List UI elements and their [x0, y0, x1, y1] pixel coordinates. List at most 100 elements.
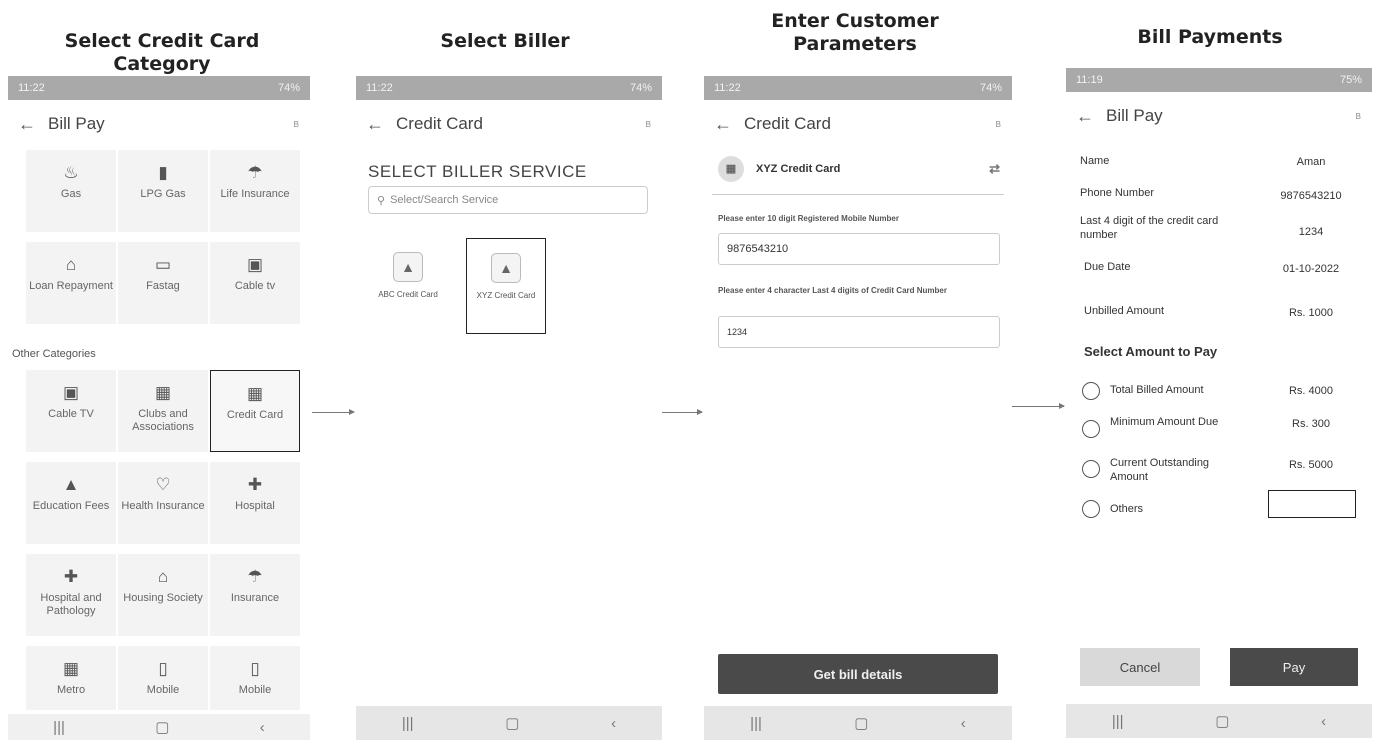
biller-label: ABC Credit Card: [378, 290, 438, 299]
heart-icon: ♡: [155, 475, 171, 494]
status-bar: 11:22 74%: [704, 76, 1012, 100]
category-label: LPG Gas: [140, 188, 186, 200]
biller-card-icon: ▦: [718, 156, 744, 182]
tv-icon: ▣: [62, 383, 80, 402]
bharat-billpay-logo: B: [293, 119, 300, 129]
category-label: Fastag: [146, 280, 180, 292]
radio-total-billed[interactable]: [1082, 382, 1100, 400]
category-lpg-gas[interactable]: ▮ LPG Gas: [118, 150, 208, 232]
recents-icon[interactable]: |||: [750, 715, 762, 732]
recents-icon[interactable]: |||: [402, 715, 414, 732]
option-total-billed-value: Rs. 4000: [1288, 385, 1334, 397]
step-title-parameters: Enter Customer Parameters: [771, 10, 939, 55]
category-hospital-pathology[interactable]: ✚ Hospital and Pathology: [26, 554, 116, 636]
home-button-icon[interactable]: ▢: [155, 718, 169, 736]
app-bar-title: Bill Pay: [1106, 106, 1163, 125]
category-insurance[interactable]: ☂ Insurance: [210, 554, 300, 636]
status-bar: 11:22 74%: [356, 76, 662, 100]
category-credit-card[interactable]: ▦ Credit Card: [210, 370, 300, 452]
category-mobile[interactable]: ▯ Mobile: [118, 646, 208, 710]
radio-minimum-due[interactable]: [1082, 420, 1100, 438]
umbrella-icon: ☂: [247, 163, 263, 182]
card-icon: ▦: [246, 384, 264, 403]
unbilled-amount-label: Unbilled Amount: [1084, 305, 1165, 317]
bharat-billpay-logo: B: [995, 119, 1002, 129]
category-label: Credit Card: [226, 409, 284, 421]
category-health-insurance[interactable]: ♡ Health Insurance: [118, 462, 208, 544]
back-arrow-icon[interactable]: ←: [366, 114, 396, 135]
home-button-icon[interactable]: ▢: [505, 714, 519, 732]
hospital-icon: ✚: [247, 475, 263, 494]
category-clubs[interactable]: ▦ Clubs and Associations: [118, 370, 208, 452]
swap-icon[interactable]: ⇄: [989, 161, 1000, 177]
back-arrow-icon[interactable]: ←: [1076, 106, 1106, 127]
back-arrow-icon[interactable]: ←: [714, 114, 744, 135]
back-nav-icon[interactable]: ‹: [1321, 713, 1326, 730]
selected-biller-row[interactable]: ▦ XYZ Credit Card ⇄: [718, 156, 1000, 182]
category-fastag[interactable]: ▭ Fastag: [118, 242, 208, 324]
other-amount-input[interactable]: [1268, 490, 1356, 518]
app-bar-title: Credit Card: [744, 114, 831, 133]
biller-label: XYZ Credit Card: [476, 291, 536, 300]
phone-bill-payment-screen: 11:19 75% ← Bill Pay B Name Aman Phone N…: [1066, 68, 1372, 740]
category-cable-tv[interactable]: ▣ Cable TV: [26, 370, 116, 452]
get-bill-details-button[interactable]: Get bill details: [718, 654, 998, 694]
home-button-icon[interactable]: ▢: [854, 714, 868, 732]
recents-icon[interactable]: |||: [1112, 713, 1124, 730]
option-others-label: Others: [1110, 503, 1144, 515]
other-categories-label: Other Categories: [12, 348, 96, 360]
category-label: Clubs and Associations: [132, 408, 194, 433]
back-arrow-icon[interactable]: ←: [18, 114, 48, 135]
back-nav-icon[interactable]: ‹: [260, 719, 265, 736]
phone-number-value: 9876543210: [1280, 190, 1342, 202]
mobile-number-input[interactable]: 9876543210: [718, 233, 1000, 265]
category-gas[interactable]: ♨ Gas: [26, 150, 116, 232]
option-minimum-due-label: Minimum Amount Due: [1110, 416, 1219, 428]
hospital-icon: ✚: [63, 567, 79, 586]
status-battery: 75%: [1339, 74, 1362, 86]
phone-parameters-screen: 11:22 74% ← Credit Card B ▦ XYZ Credit C…: [704, 76, 1012, 740]
category-label: Gas: [60, 188, 82, 200]
radio-others[interactable]: [1082, 500, 1100, 518]
option-current-outstanding-label: Current Outstanding Amount: [1110, 457, 1210, 483]
cancel-button[interactable]: Cancel: [1080, 648, 1200, 686]
umbrella-icon: ☂: [247, 567, 263, 586]
tv-icon: ▣: [246, 255, 264, 274]
category-label: Housing Society: [123, 592, 203, 604]
phone-number-label: Phone Number: [1080, 187, 1154, 199]
card-digits-label: Last 4 digit of the credit card number: [1080, 215, 1219, 241]
option-total-billed-label: Total Billed Amount: [1110, 384, 1204, 396]
radio-current-outstanding[interactable]: [1082, 460, 1100, 478]
category-housing-society[interactable]: ⌂ Housing Society: [118, 554, 208, 636]
biller-abc-credit-card[interactable]: ▲ ABC Credit Card: [368, 238, 448, 334]
biller-search-input[interactable]: ⚲ Select/Search Service: [368, 186, 648, 214]
mobile-icon: ▯: [250, 659, 260, 678]
category-mobile-2[interactable]: ▯ Mobile: [210, 646, 300, 710]
category-label: Health Insurance: [121, 500, 205, 512]
pay-button[interactable]: Pay: [1230, 648, 1358, 686]
step-title-biller: Select Biller: [440, 30, 570, 52]
card-digits-value: 1234: [1298, 226, 1324, 238]
system-nav-bar: ||| ▢ ‹: [1066, 704, 1372, 738]
status-bar: 11:19 75%: [1066, 68, 1372, 92]
status-time: 11:22: [366, 82, 393, 94]
biller-xyz-credit-card[interactable]: ▲ XYZ Credit Card: [466, 238, 546, 334]
back-nav-icon[interactable]: ‹: [961, 715, 966, 732]
card-digits-input[interactable]: 1234: [718, 316, 1000, 348]
home-button-icon[interactable]: ▢: [1215, 712, 1229, 730]
category-loan-repayment[interactable]: ⌂ Loan Repayment: [26, 242, 116, 324]
select-biller-heading: SELECT BILLER SERVICE: [368, 162, 587, 181]
recents-icon[interactable]: |||: [53, 719, 65, 736]
category-life-insurance[interactable]: ☂ Life Insurance: [210, 150, 300, 232]
image-placeholder-icon: ▲: [491, 253, 521, 283]
name-value: Aman: [1296, 156, 1326, 168]
status-battery: 74%: [979, 82, 1002, 94]
category-metro[interactable]: ▦ Metro: [26, 646, 116, 710]
category-education[interactable]: ▲ Education Fees: [26, 462, 116, 544]
back-nav-icon[interactable]: ‹: [611, 715, 616, 732]
category-hospital[interactable]: ✚ Hospital: [210, 462, 300, 544]
building-icon: ▦: [154, 383, 172, 402]
category-label: Education Fees: [32, 500, 110, 512]
category-cable-tv-top[interactable]: ▣ Cable tv: [210, 242, 300, 324]
option-minimum-due-value: Rs. 300: [1292, 418, 1330, 430]
